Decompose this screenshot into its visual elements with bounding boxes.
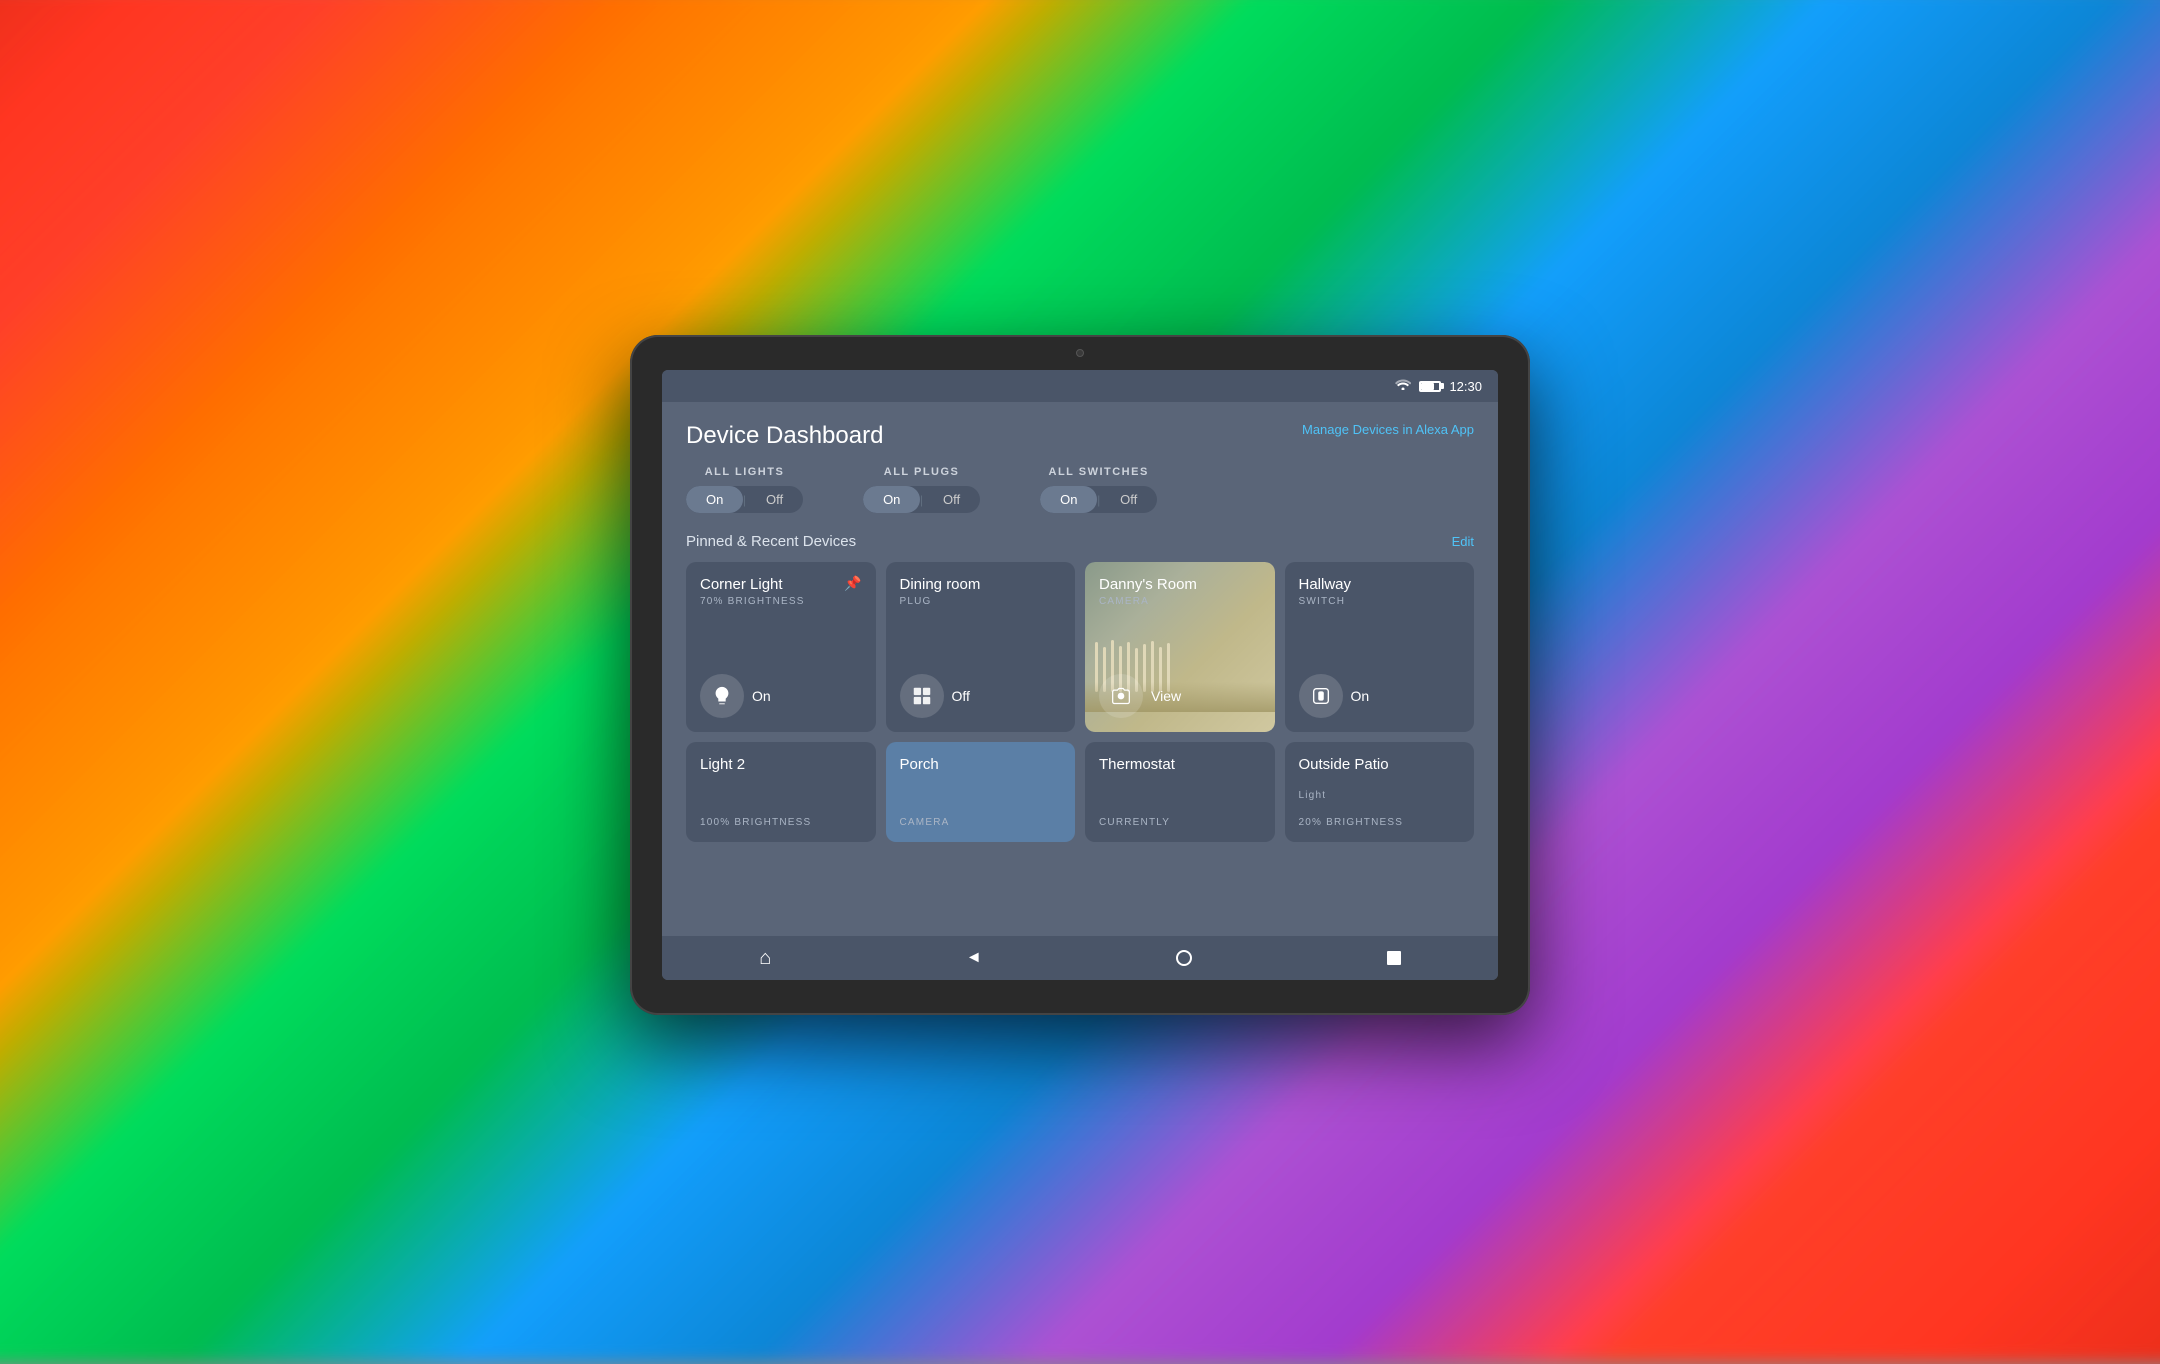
plug-icon bbox=[900, 674, 944, 718]
device-name: Light 2 bbox=[700, 756, 862, 773]
all-lights-label: ALL LIGHTS bbox=[705, 466, 785, 478]
switch-icon bbox=[1299, 674, 1343, 718]
device-type: CAMERA bbox=[900, 817, 1062, 828]
all-plugs-label: ALL PLUGS bbox=[884, 466, 960, 478]
bottom-navigation: ⌂ ◄ bbox=[662, 936, 1498, 980]
pinned-title: Pinned & Recent Devices bbox=[686, 533, 856, 550]
device-grid: Corner Light 70% BRIGHTNESS 📌 On bbox=[686, 562, 1474, 732]
device-status: On bbox=[1299, 674, 1461, 718]
device-name: Corner Light bbox=[700, 576, 862, 593]
all-lights-on-btn[interactable]: On bbox=[686, 486, 743, 513]
screen-content: Device Dashboard Manage Devices in Alexa… bbox=[662, 402, 1498, 936]
device-card-hallway[interactable]: Hallway SWITCH On bbox=[1285, 562, 1475, 732]
manage-devices-link[interactable]: Manage Devices in Alexa App bbox=[1302, 422, 1474, 437]
status-bar: 12:30 bbox=[662, 370, 1498, 402]
all-plugs-toggle: On | Off bbox=[863, 486, 980, 513]
light-icon bbox=[700, 674, 744, 718]
device-card-dannys-room[interactable]: Danny's Room CAMERA View bbox=[1085, 562, 1275, 732]
tablet-device: 12:30 Device Dashboard Manage Devices in… bbox=[630, 335, 1530, 1015]
device-name: Thermostat bbox=[1099, 756, 1261, 773]
all-lights-off-btn[interactable]: Off bbox=[746, 486, 803, 513]
device-type: 70% BRIGHTNESS bbox=[700, 596, 862, 607]
device-subtype: 20% BRIGHTNESS bbox=[1299, 817, 1461, 828]
device-card-dining-room[interactable]: Dining room PLUG Off bbox=[886, 562, 1076, 732]
all-switches-control: ALL SWITCHES On | Off bbox=[1040, 466, 1157, 513]
pin-icon: 📌 bbox=[844, 576, 861, 593]
device-type: Light bbox=[1299, 790, 1461, 801]
device-name: Outside Patio bbox=[1299, 756, 1461, 773]
all-switches-label: ALL SWITCHES bbox=[1049, 466, 1149, 478]
device-card-thermostat[interactable]: Thermostat CURRENTLY bbox=[1085, 742, 1275, 842]
device-card-porch[interactable]: Porch CAMERA bbox=[886, 742, 1076, 842]
device-card-corner-light[interactable]: Corner Light 70% BRIGHTNESS 📌 On bbox=[686, 562, 876, 732]
page-title: Device Dashboard bbox=[686, 422, 883, 450]
device-grid-row2: Light 2 100% BRIGHTNESS Porch CAMERA The… bbox=[686, 742, 1474, 842]
device-status: On bbox=[700, 674, 862, 718]
stop-button[interactable] bbox=[1387, 951, 1401, 965]
all-switches-off-btn[interactable]: Off bbox=[1100, 486, 1157, 513]
device-type: CURRENTLY bbox=[1099, 817, 1261, 828]
front-camera bbox=[1076, 349, 1084, 357]
all-switches-toggle: On | Off bbox=[1040, 486, 1157, 513]
all-plugs-on-btn[interactable]: On bbox=[863, 486, 920, 513]
device-status: Off bbox=[900, 674, 1062, 718]
battery-indicator bbox=[1419, 381, 1441, 392]
device-card-light2[interactable]: Light 2 100% BRIGHTNESS bbox=[686, 742, 876, 842]
camera-overlay: Danny's Room CAMERA View bbox=[1099, 576, 1261, 718]
tablet-screen: 12:30 Device Dashboard Manage Devices in… bbox=[662, 370, 1498, 980]
device-status-text: Off bbox=[952, 688, 970, 704]
home-nav-icon[interactable]: ⌂ bbox=[759, 947, 771, 970]
device-type: 100% BRIGHTNESS bbox=[700, 817, 862, 828]
pinned-section-header: Pinned & Recent Devices Edit bbox=[686, 533, 1474, 550]
status-time: 12:30 bbox=[1449, 379, 1482, 394]
all-controls-section: ALL LIGHTS On | Off ALL PLUGS On | Off bbox=[686, 466, 1474, 513]
all-lights-toggle: On | Off bbox=[686, 486, 803, 513]
all-lights-control: ALL LIGHTS On | Off bbox=[686, 466, 803, 513]
back-nav-icon[interactable]: ◄ bbox=[966, 949, 982, 967]
device-status-text: On bbox=[1351, 688, 1370, 704]
home-circle-button[interactable] bbox=[1176, 950, 1192, 966]
device-name: Porch bbox=[900, 756, 1062, 773]
all-plugs-off-btn[interactable]: Off bbox=[923, 486, 980, 513]
device-card-outside-patio[interactable]: Outside Patio Light 20% BRIGHTNESS bbox=[1285, 742, 1475, 842]
device-status-text: On bbox=[752, 688, 771, 704]
all-plugs-control: ALL PLUGS On | Off bbox=[863, 466, 980, 513]
device-name: Dining room bbox=[900, 576, 1062, 593]
device-type: PLUG bbox=[900, 596, 1062, 607]
device-name: Danny's Room bbox=[1099, 576, 1261, 593]
device-name: Hallway bbox=[1299, 576, 1461, 593]
camera-icon bbox=[1099, 674, 1143, 718]
wifi-icon bbox=[1395, 378, 1411, 394]
device-status: View bbox=[1099, 674, 1261, 718]
edit-link[interactable]: Edit bbox=[1452, 534, 1474, 549]
device-type: SWITCH bbox=[1299, 596, 1461, 607]
header: Device Dashboard Manage Devices in Alexa… bbox=[686, 422, 1474, 450]
device-status-text: View bbox=[1151, 688, 1181, 704]
device-type: CAMERA bbox=[1099, 596, 1261, 607]
all-switches-on-btn[interactable]: On bbox=[1040, 486, 1097, 513]
